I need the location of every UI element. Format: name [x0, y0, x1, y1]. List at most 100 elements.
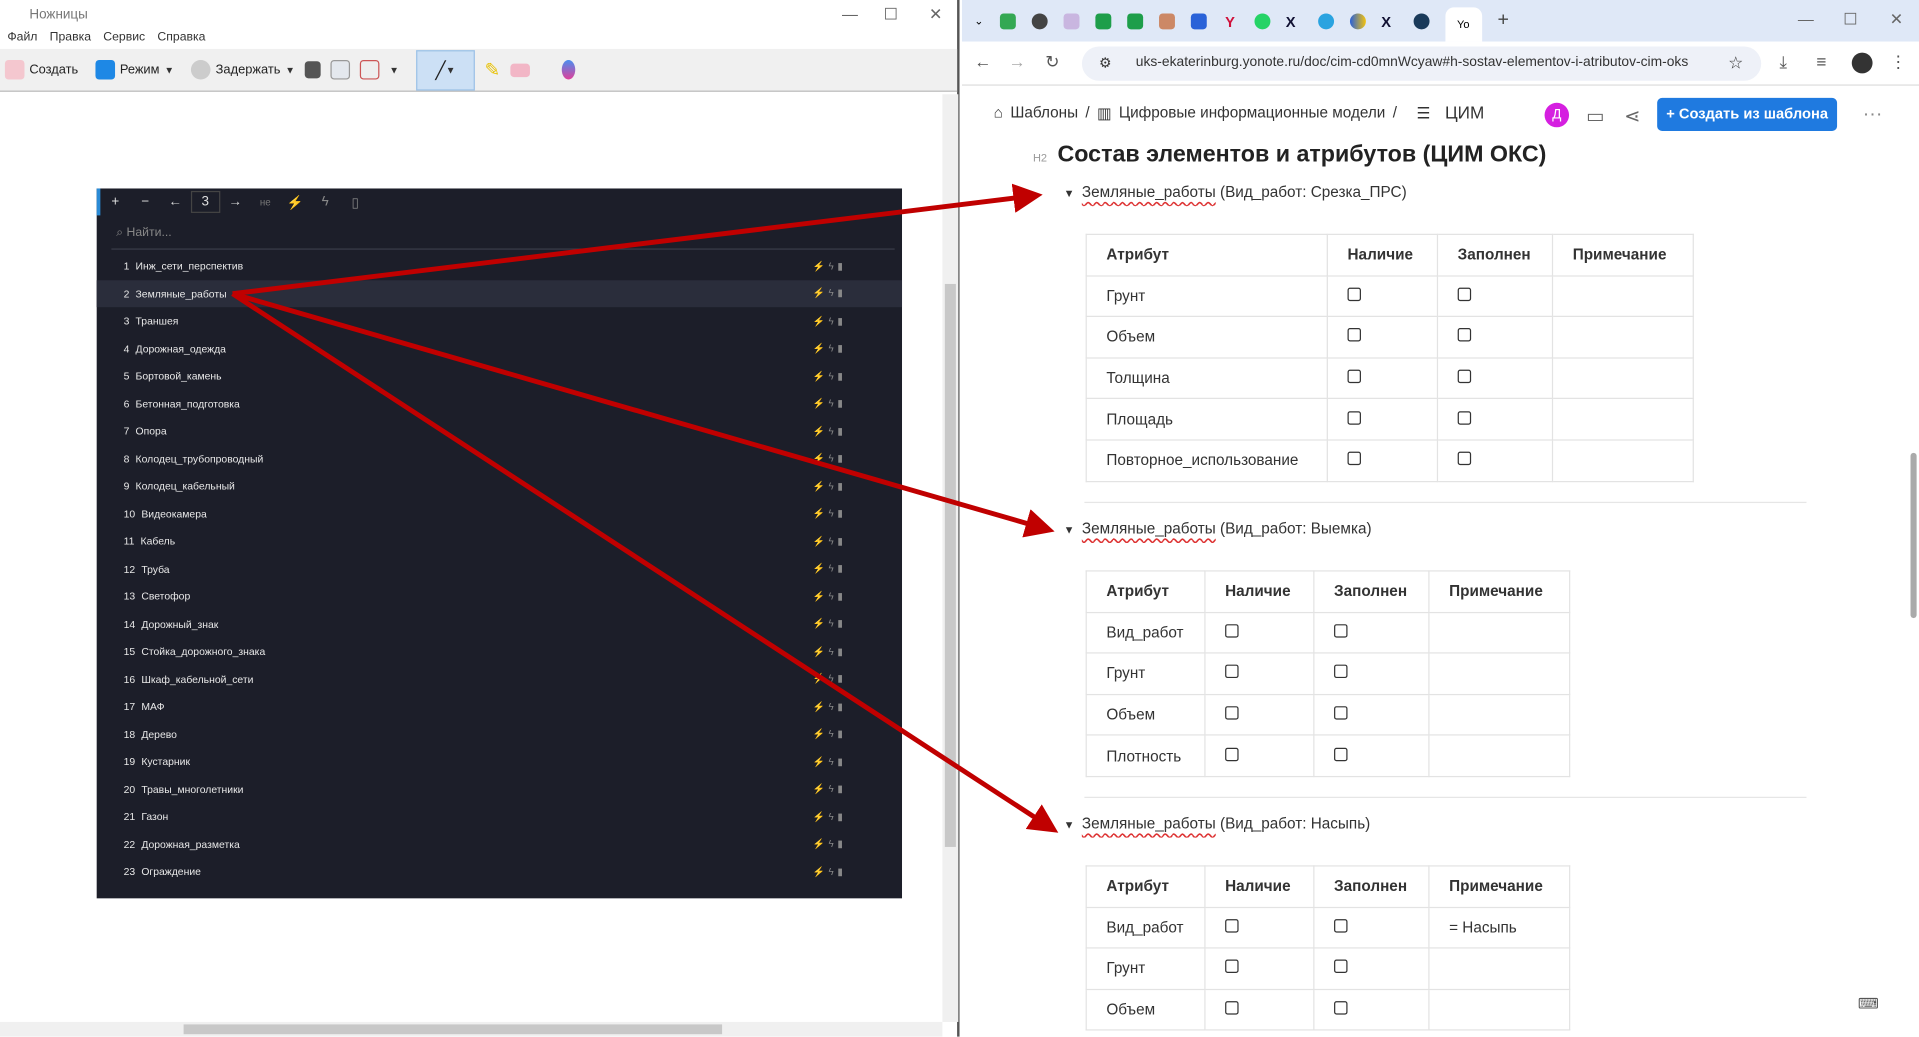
list-item[interactable]: 16 Шкаф_кабельной_сети ⚡ϟ▮ — [97, 665, 902, 692]
list-item[interactable]: 19 Кустарник ⚡ϟ▮ — [97, 748, 902, 775]
back-icon[interactable]: ← — [160, 195, 190, 210]
scrollbar-thumb[interactable] — [183, 1024, 723, 1035]
note-cell[interactable] — [1551, 274, 1694, 318]
list-item[interactable]: 23 Ограждение ⚡ϟ▮ — [97, 858, 902, 885]
filled-checkbox[interactable] — [1457, 410, 1472, 425]
item-actions-icons[interactable]: ⚡ϟ▮ — [813, 811, 847, 822]
note-cell[interactable] — [1551, 316, 1694, 359]
section-heading[interactable]: ▼ Земляные_работы (Вид_работ: Насыпь) — [1064, 815, 1371, 832]
tab-colored[interactable] — [1349, 12, 1366, 29]
item-actions-icons[interactable]: ⚡ϟ▮ — [813, 646, 847, 657]
item-actions-icons[interactable]: ⚡ϟ▮ — [813, 343, 847, 354]
item-actions-icons[interactable]: ⚡ϟ▮ — [813, 591, 847, 602]
filled-checkbox[interactable] — [1334, 919, 1348, 933]
search-input[interactable]: ⌕ Найти... — [111, 223, 895, 250]
presence-checkbox[interactable] — [1225, 960, 1239, 974]
item-actions-icons[interactable]: ⚡ϟ▮ — [813, 453, 847, 464]
list-item[interactable]: 8 Колодец_трубопроводный ⚡ϟ▮ — [97, 445, 902, 472]
minimize-button[interactable]: — — [1798, 10, 1814, 28]
note-cell[interactable] — [1551, 439, 1694, 482]
more-icon[interactable]: ··· — [1863, 104, 1883, 126]
presence-checkbox[interactable] — [1225, 747, 1239, 761]
tab-cloud[interactable] — [1063, 12, 1079, 29]
collapse-triangle-icon[interactable]: ▼ — [1064, 524, 1075, 536]
list-item[interactable]: 9 Колодец_кабельный ⚡ϟ▮ — [97, 472, 902, 499]
presence-checkbox[interactable] — [1225, 624, 1239, 638]
note-cell[interactable] — [1428, 988, 1571, 1031]
item-actions-icons[interactable]: ⚡ϟ▮ — [813, 260, 847, 271]
section-heading[interactable]: ▼ Земляные_работы (Вид_работ: Срезка_ПРС) — [1064, 184, 1407, 201]
lightning-icon[interactable]: ⚡ — [280, 194, 310, 210]
horizontal-scrollbar[interactable] — [0, 1021, 943, 1037]
item-actions-icons[interactable]: ⚡ϟ▮ — [813, 673, 847, 684]
tab-dark[interactable] — [1413, 12, 1429, 29]
tab-x-2[interactable]: X — [1381, 13, 1397, 30]
paint3d-icon[interactable] — [561, 59, 575, 80]
collapse-triangle-icon[interactable]: ▼ — [1064, 819, 1075, 831]
site-info-icon[interactable]: ⚙ — [1099, 55, 1111, 71]
save-icon[interactable] — [304, 61, 321, 79]
list-item[interactable]: 12 Труба ⚡ϟ▮ — [97, 555, 902, 582]
item-actions-icons[interactable]: ⚡ϟ▮ — [813, 508, 847, 519]
close-button[interactable]: ✕ — [1890, 10, 1903, 30]
list-item[interactable]: 5 Бортовой_камень ⚡ϟ▮ — [97, 362, 902, 389]
list-item[interactable]: 11 Кабель ⚡ϟ▮ — [97, 528, 902, 555]
item-actions-icons[interactable]: ⚡ϟ▮ — [813, 398, 847, 409]
forward-icon[interactable]: → — [1008, 51, 1025, 71]
tab-telegram[interactable] — [1317, 12, 1334, 29]
share-icon[interactable]: ⋖ — [1624, 104, 1640, 128]
item-actions-icons[interactable]: ⚡ϟ▮ — [813, 480, 847, 491]
tab-sheets-2[interactable] — [1126, 12, 1143, 29]
note-cell[interactable] — [1428, 693, 1571, 737]
item-actions-icons[interactable]: ⚡ϟ▮ — [813, 315, 847, 326]
list-item[interactable]: 20 Травы_многолетники ⚡ϟ▮ — [97, 775, 902, 802]
add-icon[interactable]: + — [100, 195, 130, 210]
tab-yandex[interactable]: Y — [1222, 13, 1238, 30]
dropdown-icon[interactable]: ▼ — [389, 64, 399, 75]
breadcrumb-models[interactable]: Цифровые информационные модели — [1119, 104, 1386, 121]
filled-checkbox[interactable] — [1334, 624, 1348, 638]
menu-service[interactable]: Сервис — [103, 31, 145, 49]
list-item[interactable]: 22 Дорожная_разметка ⚡ϟ▮ — [97, 830, 902, 857]
delay-button[interactable]: Задержать ▼ — [191, 59, 295, 80]
item-actions-icons[interactable]: ⚡ϟ▮ — [813, 783, 847, 794]
tab-yonote-active[interactable]: Yo — [1444, 7, 1482, 42]
keyboard-icon[interactable]: ⌨ — [1858, 995, 1879, 1012]
item-actions-icons[interactable]: ⚡ϟ▮ — [813, 370, 847, 381]
lightning-outline-icon[interactable]: ϟ — [310, 195, 340, 210]
tab-sheets[interactable] — [1094, 12, 1111, 29]
presence-checkbox[interactable] — [1225, 706, 1239, 720]
list-item[interactable]: 18 Дерево ⚡ϟ▮ — [97, 720, 902, 747]
menu-edit[interactable]: Правка — [50, 31, 91, 49]
presence-checkbox[interactable] — [1225, 1001, 1239, 1015]
item-actions-icons[interactable]: ⚡ϟ▮ — [813, 866, 847, 877]
tab-whatsapp[interactable] — [1253, 12, 1270, 29]
filled-checkbox[interactable] — [1457, 369, 1472, 384]
menu-help[interactable]: Справка — [157, 31, 205, 49]
filled-checkbox[interactable] — [1334, 1001, 1348, 1015]
new-tab-button[interactable]: + — [1497, 10, 1508, 32]
eraser-icon[interactable] — [509, 63, 530, 77]
copy-icon[interactable] — [330, 59, 351, 80]
url-input[interactable]: ⚙ uks-ekaterinburg.yonote.ru/doc/cim-cd0m… — [1081, 46, 1762, 81]
note-cell[interactable]: = Насыпь — [1428, 906, 1571, 949]
item-actions-icons[interactable]: ⚡ϟ▮ — [813, 618, 847, 629]
filled-checkbox[interactable] — [1334, 665, 1348, 679]
presence-checkbox[interactable] — [1347, 451, 1361, 466]
tab-search-button[interactable]: ⌄ — [974, 14, 983, 27]
tab-globe[interactable] — [1031, 12, 1048, 29]
minimize-button[interactable]: — — [842, 5, 858, 23]
reload-icon[interactable]: ↻ — [1045, 51, 1059, 72]
presence-checkbox[interactable] — [1347, 328, 1361, 343]
forward-icon[interactable]: → — [220, 195, 250, 210]
back-icon[interactable]: ← — [974, 51, 991, 71]
maximize-button[interactable]: ☐ — [884, 5, 898, 25]
send-icon[interactable] — [359, 59, 380, 80]
item-actions-icons[interactable]: ⚡ϟ▮ — [813, 535, 847, 546]
list-item[interactable]: 17 МАФ ⚡ϟ▮ — [97, 693, 902, 720]
user-avatar[interactable]: Д — [1544, 102, 1570, 128]
scrollbar-thumb[interactable] — [944, 283, 956, 847]
tab-drive[interactable] — [999, 12, 1016, 29]
item-actions-icons[interactable]: ⚡ϟ▮ — [813, 701, 847, 712]
list-item[interactable]: 4 Дорожная_одежда ⚡ϟ▮ — [97, 335, 902, 362]
